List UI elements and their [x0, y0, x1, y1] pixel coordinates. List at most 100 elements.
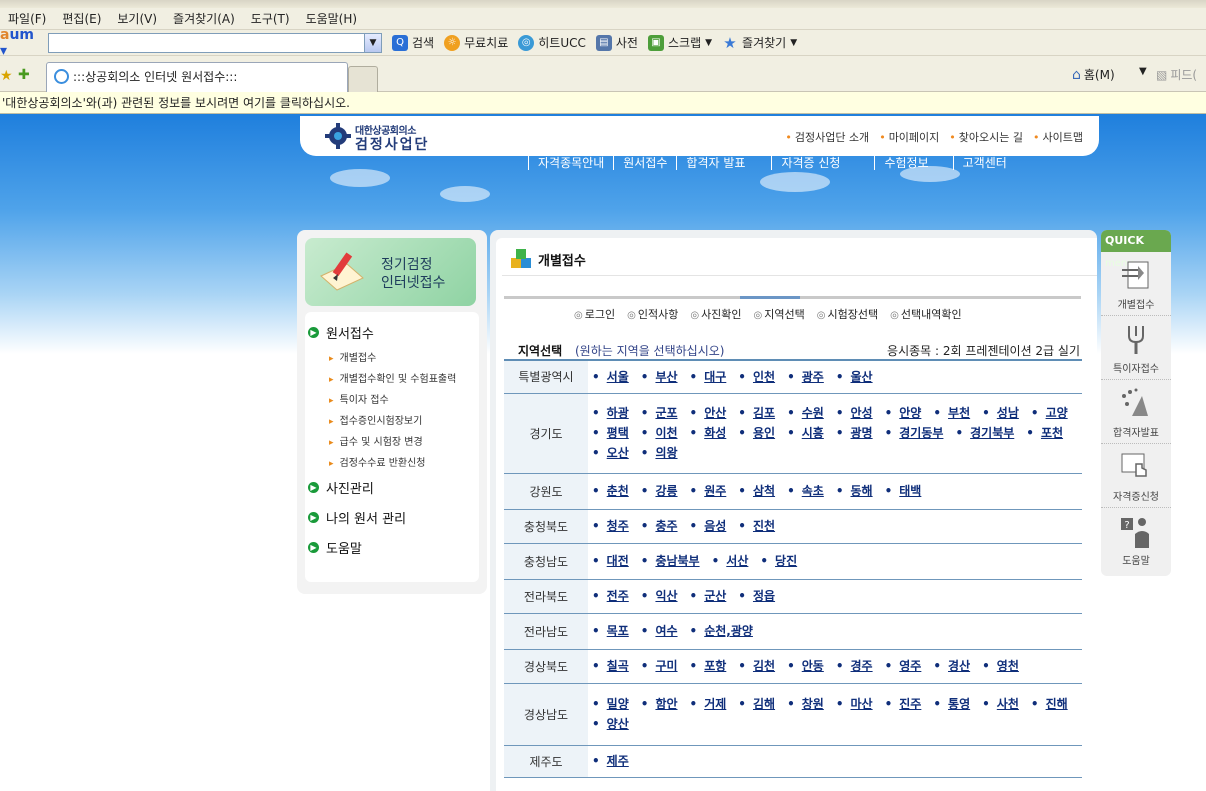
city-link[interactable]: 안동: [787, 656, 824, 676]
side-nav-my-application[interactable]: ▶ 나의 원서 관리: [308, 508, 406, 527]
chevron-down-icon[interactable]: ▼: [705, 38, 712, 48]
city-link[interactable]: 평택: [592, 423, 629, 443]
city-link[interactable]: 밀양: [592, 694, 629, 714]
city-link[interactable]: 김포: [738, 403, 775, 423]
city-link[interactable]: 전주: [592, 586, 629, 606]
side-sub-receipt[interactable]: 접수증인시험장보기: [329, 412, 423, 427]
side-nav-help[interactable]: ▶ 도움말: [308, 538, 362, 557]
city-link[interactable]: 대전: [592, 551, 629, 571]
city-link[interactable]: 부산: [641, 367, 677, 387]
city-link[interactable]: 안산: [690, 403, 726, 423]
city-link[interactable]: 당진: [760, 551, 797, 571]
side-sub-refund[interactable]: 검정수수료 반환신청: [329, 454, 426, 469]
city-link[interactable]: 진주: [885, 694, 921, 714]
city-link[interactable]: 포항: [690, 656, 726, 676]
city-link[interactable]: 이천: [641, 423, 677, 443]
gnb-item-results[interactable]: 합격자 발표: [676, 156, 771, 170]
city-link[interactable]: 안양: [885, 403, 921, 423]
gnb-item-customer[interactable]: 고객센터: [952, 156, 1016, 170]
city-link[interactable]: 속초: [787, 481, 824, 501]
city-link[interactable]: 시흥: [787, 423, 824, 443]
city-link[interactable]: 광주: [787, 367, 824, 387]
city-link[interactable]: 고양: [1031, 403, 1068, 423]
city-link[interactable]: 청주: [592, 516, 629, 536]
city-link[interactable]: 양산: [592, 714, 629, 734]
menu-view[interactable]: 보기(V): [109, 10, 165, 27]
chevron-down-icon[interactable]: ▼: [364, 33, 381, 52]
city-link[interactable]: 성남: [982, 403, 1019, 423]
city-link[interactable]: 경기북부: [955, 423, 1014, 443]
city-link[interactable]: 통영: [933, 694, 970, 714]
free-treatment-button[interactable]: ☼ 무료치료: [444, 34, 508, 51]
link-about[interactable]: 검정사업단 소개: [785, 129, 869, 145]
home-button[interactable]: ⌂ 홈(M): [1072, 66, 1115, 83]
city-link[interactable]: 충남북부: [641, 551, 699, 571]
side-nav-application[interactable]: ▶ 원서접수: [308, 323, 374, 342]
quick-help[interactable]: ? 도움말: [1101, 508, 1171, 572]
city-link[interactable]: 여수: [641, 621, 677, 641]
tab-current[interactable]: :::상공회의소 인터넷 원서접수:::: [46, 62, 348, 92]
city-link[interactable]: 익산: [641, 586, 677, 606]
city-link[interactable]: 오산: [592, 443, 629, 463]
city-link[interactable]: 안성: [836, 403, 873, 423]
regular-exam-banner[interactable]: 정기검정 인터넷접수: [305, 238, 476, 306]
city-link[interactable]: 용인: [738, 423, 775, 443]
city-link[interactable]: 사천: [982, 694, 1019, 714]
city-link[interactable]: 구미: [641, 656, 677, 676]
city-link[interactable]: 포천: [1026, 423, 1063, 443]
add-favorite-icon[interactable]: ✚: [18, 67, 30, 83]
gnb-item-certificate[interactable]: 자격증 신청: [771, 156, 874, 170]
city-link[interactable]: 경산: [933, 656, 970, 676]
quick-individual[interactable]: 개별접수: [1101, 252, 1171, 316]
city-link[interactable]: 서산: [712, 551, 748, 571]
dictionary-button[interactable]: ▤ 사전: [595, 34, 638, 51]
menu-edit[interactable]: 편집(E): [54, 10, 109, 27]
city-link[interactable]: 군포: [641, 403, 677, 423]
gnb-item-qualification[interactable]: 자격종목안내: [528, 156, 613, 170]
city-link[interactable]: 목포: [592, 621, 629, 641]
daum-logo[interactable]: aum ▾: [0, 27, 40, 59]
city-link[interactable]: 춘천: [592, 481, 629, 501]
side-sub-special[interactable]: 특이자 접수: [329, 391, 389, 406]
city-link[interactable]: 인천: [738, 367, 775, 387]
quick-certificate[interactable]: 자격증신청: [1101, 444, 1171, 508]
city-link[interactable]: 영천: [982, 656, 1019, 676]
city-link[interactable]: 거제: [690, 694, 726, 714]
city-link[interactable]: 정읍: [738, 586, 775, 606]
city-link[interactable]: 삼척: [738, 481, 775, 501]
city-link[interactable]: 함안: [641, 694, 677, 714]
city-link[interactable]: 동해: [836, 481, 873, 501]
chevron-down-icon[interactable]: ▼: [790, 38, 797, 48]
city-link[interactable]: 하광: [592, 403, 629, 423]
city-link[interactable]: 김해: [738, 694, 775, 714]
city-link[interactable]: 수원: [787, 403, 824, 423]
city-link[interactable]: 칠곡: [592, 656, 629, 676]
menu-file[interactable]: 파일(F): [0, 10, 54, 27]
favorites-button[interactable]: ★ 즐겨찾기 ▼: [722, 34, 797, 51]
city-link[interactable]: 군산: [690, 586, 726, 606]
city-link[interactable]: 서울: [592, 367, 629, 387]
city-link[interactable]: 진해: [1031, 694, 1068, 714]
quick-results[interactable]: 합격자발표: [1101, 380, 1171, 444]
city-link[interactable]: 대구: [690, 367, 726, 387]
city-link[interactable]: 태백: [885, 481, 921, 501]
toolbar-search-combo[interactable]: ▼: [48, 32, 382, 53]
city-link[interactable]: 경기동부: [885, 423, 943, 443]
new-tab-button[interactable]: [348, 66, 378, 92]
search-button[interactable]: Q 검색: [392, 34, 434, 51]
link-sitemap[interactable]: 사이트맵: [1033, 129, 1083, 145]
gnb-item-exam-info[interactable]: 수험정보: [874, 156, 952, 170]
link-mypage[interactable]: 마이페이지: [879, 129, 940, 145]
chevron-down-icon[interactable]: ▼: [1139, 66, 1147, 77]
menu-help[interactable]: 도움말(H): [298, 10, 366, 27]
city-link[interactable]: 창원: [787, 694, 824, 714]
side-sub-confirm-print[interactable]: 개별접수확인 및 수험표출력: [329, 370, 457, 385]
city-link[interactable]: 강릉: [641, 481, 677, 501]
menu-tools[interactable]: 도구(T): [243, 10, 298, 27]
city-link[interactable]: 울산: [836, 367, 873, 387]
city-link[interactable]: 김천: [738, 656, 775, 676]
city-link[interactable]: 음성: [690, 516, 726, 536]
city-link[interactable]: 충주: [641, 516, 677, 536]
information-bar[interactable]: '대한상공회의소'와(과) 관련된 정보를 보시려면 여기를 클릭하십시오.: [0, 92, 1206, 114]
side-sub-individual[interactable]: 개별접수: [329, 349, 377, 364]
